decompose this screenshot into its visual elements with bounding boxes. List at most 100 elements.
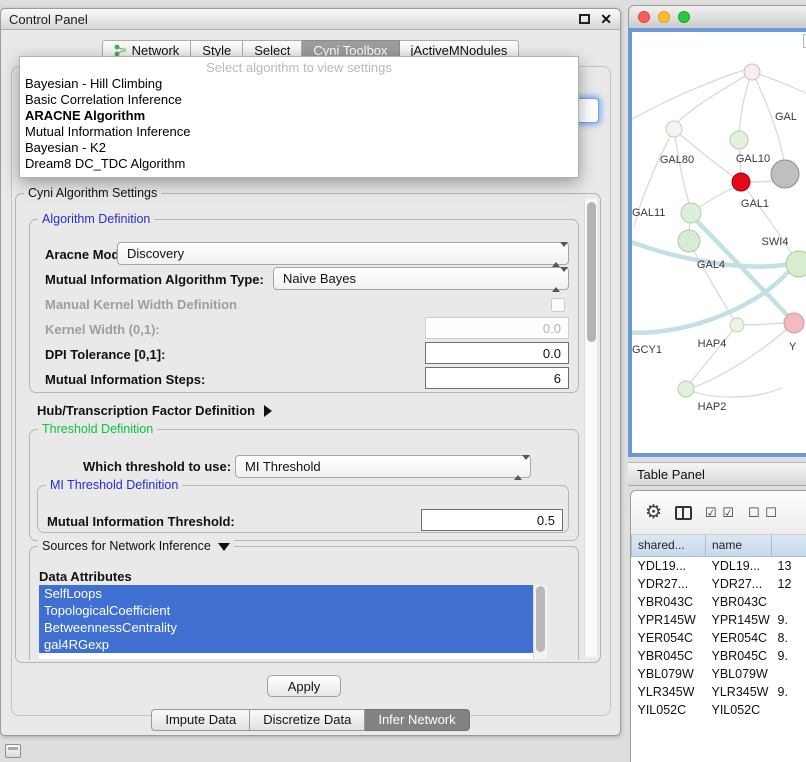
node-table: shared...name YDL19...YDL19...13YDR27...…	[631, 535, 806, 719]
algorithm-option[interactable]: ARACNE Algorithm	[20, 108, 578, 124]
node-label: GAL11	[632, 207, 665, 219]
close-traffic-light[interactable]	[638, 11, 650, 23]
manual-kernel-checkbox[interactable]	[551, 298, 565, 312]
algorithm-option[interactable]: Dream8 DC_TDC Algorithm	[20, 156, 578, 172]
table-row[interactable]: YER054CYER054C8.	[632, 629, 806, 647]
attributes-scrollbar[interactable]	[533, 585, 547, 659]
network-canvas[interactable]: GALGAL80GAL10GAL11GAL1SWI4GAL4GCY1HAP4YH…	[632, 32, 806, 453]
table-row[interactable]: YIL052CYIL052C	[632, 701, 806, 719]
settings-group-title: Cyni Algorithm Settings	[24, 186, 161, 200]
settings-scrollbar-thumb[interactable]	[587, 202, 596, 342]
table-column-header[interactable]	[772, 535, 806, 556]
float-window-icon[interactable]	[579, 14, 590, 24]
tab-discretize-data[interactable]: Discretize Data	[250, 709, 365, 731]
network-edge[interactable]	[739, 72, 752, 136]
network-node[interactable]	[678, 230, 700, 252]
column-layout-icon[interactable]	[675, 506, 692, 520]
gear-icon[interactable]: ⚙	[645, 503, 662, 522]
table-row[interactable]: YBR045CYBR045C9.	[632, 647, 806, 665]
node-table-window: ⚙ ☑ ☑ ☐ ☐ shared...name YDL19...YDL19...…	[630, 490, 806, 762]
combo-arrows-icon	[514, 460, 525, 475]
dropdown-placeholder: Select algorithm to view settings	[20, 59, 578, 76]
tab-impute-data[interactable]: Impute Data	[151, 709, 250, 731]
minimized-panel-icon[interactable]	[5, 744, 21, 758]
node-label: HAP4	[698, 338, 727, 350]
node-label: GAL80	[660, 154, 694, 166]
combo-arrows-icon	[552, 272, 563, 287]
minimize-traffic-light[interactable]	[658, 11, 670, 23]
table-row[interactable]: YDL19...YDL19...13	[632, 556, 806, 575]
node-label: Y	[789, 341, 797, 353]
network-edge[interactable]	[632, 70, 744, 122]
panel-title: Control Panel	[9, 12, 88, 27]
network-view-window: GALGAL80GAL10GAL11GAL1SWI4GAL4GCY1HAP4YH…	[628, 5, 806, 457]
network-node[interactable]	[730, 131, 748, 149]
mi-type-combobox[interactable]: Naive Bayes	[273, 267, 569, 290]
mi-steps-field[interactable]: 6	[425, 367, 569, 389]
table-row[interactable]: YDR27...YDR27...12	[632, 575, 806, 593]
table-panel-header: Table Panel	[628, 462, 806, 486]
network-node[interactable]	[730, 318, 744, 332]
network-edge[interactable]	[694, 323, 794, 387]
table-row[interactable]: YBL079WYBL079W	[632, 665, 806, 683]
algorithm-dropdown-list: Bayesian - Hill ClimbingBasic Correlatio…	[20, 76, 578, 172]
data-attribute-item[interactable]: TopologicalCoefficient	[39, 602, 533, 619]
dpi-tolerance-field[interactable]: 0.0	[425, 342, 569, 364]
which-threshold-combobox[interactable]: MI Threshold	[235, 455, 531, 478]
table-row[interactable]: YPR145WYPR145W9.	[632, 611, 806, 629]
table-toolbar: ⚙ ☑ ☑ ☐ ☐	[631, 491, 806, 535]
algorithm-option[interactable]: Mutual Information Inference	[20, 124, 578, 140]
node-label: GAL	[775, 111, 797, 123]
network-node[interactable]	[771, 160, 799, 188]
network-edge[interactable]	[752, 72, 806, 98]
settings-scrollbar[interactable]	[584, 199, 597, 657]
data-attributes-list: SelfLoopsTopologicalCoefficientBetweenne…	[39, 585, 547, 659]
table-row[interactable]: YLR345WYLR345W9.	[632, 683, 806, 701]
network-node[interactable]	[678, 381, 694, 397]
table-column-header[interactable]: name	[706, 535, 772, 556]
network-edge[interactable]	[686, 388, 782, 397]
algorithm-option[interactable]: Bayesian - K2	[20, 140, 578, 156]
mi-threshold-field[interactable]: 0.5	[421, 509, 563, 531]
collapse-arrow-icon	[218, 543, 230, 551]
network-edge[interactable]	[632, 272, 788, 333]
attributes-scrollbar-thumb[interactable]	[536, 586, 545, 652]
algorithm-option[interactable]: Basic Correlation Inference	[20, 92, 578, 108]
table-column-header[interactable]: shared...	[632, 535, 706, 556]
algorithm-option[interactable]: Bayesian - Hill Climbing	[20, 76, 578, 92]
tab-infer-network[interactable]: Infer Network	[365, 709, 469, 731]
network-node[interactable]	[666, 121, 682, 137]
network-node[interactable]	[744, 64, 760, 80]
table-row[interactable]: YBR043CYBR043C	[632, 593, 806, 611]
cyni-bottom-tabs: Impute Data Discretize Data Infer Networ…	[1, 709, 620, 731]
network-node[interactable]	[784, 313, 804, 333]
control-panel-header: Control Panel ✕	[1, 9, 620, 30]
network-frame: GALGAL80GAL10GAL11GAL1SWI4GAL4GCY1HAP4YH…	[628, 28, 806, 457]
network-node[interactable]	[732, 173, 750, 191]
network-edge[interactable]	[674, 129, 734, 177]
data-attribute-item[interactable]: SelfLoops	[39, 585, 533, 602]
network-node[interactable]	[681, 203, 701, 223]
hub-definition-expander[interactable]: Hub/Transcription Factor Definition	[37, 403, 272, 418]
select-all-icon[interactable]: ☑ ☑	[705, 505, 735, 521]
mi-threshold-label: Mutual Information Threshold:	[47, 514, 235, 529]
threshold-definition-title: Threshold Definition	[38, 422, 157, 436]
data-attribute-item[interactable]: BetweennessCentrality	[39, 619, 533, 636]
deselect-all-icon[interactable]: ☐ ☐	[748, 505, 778, 521]
node-label: GAL1	[741, 198, 769, 210]
close-icon[interactable]: ✕	[600, 12, 612, 26]
node-label: GCY1	[632, 344, 662, 356]
node-label: GAL10	[736, 153, 770, 165]
expand-arrow-icon	[264, 405, 272, 417]
zoom-traffic-light[interactable]	[678, 11, 690, 23]
apply-button[interactable]: Apply	[267, 675, 341, 697]
data-attributes-label: Data Attributes	[39, 569, 132, 584]
network-edge[interactable]	[690, 325, 737, 383]
network-svg: GALGAL80GAL10GAL11GAL1SWI4GAL4GCY1HAP4YH…	[632, 32, 806, 453]
mi-steps-label: Mutual Information Steps:	[45, 372, 205, 387]
data-attribute-item[interactable]: gal4RGexp	[39, 636, 533, 653]
kernel-width-field[interactable]: 0.0	[425, 317, 569, 339]
kernel-width-label: Kernel Width (0,1):	[45, 322, 160, 337]
aracne-mode-combobox[interactable]: Discovery	[117, 242, 569, 265]
sources-group-title[interactable]: Sources for Network Inference	[38, 539, 234, 553]
